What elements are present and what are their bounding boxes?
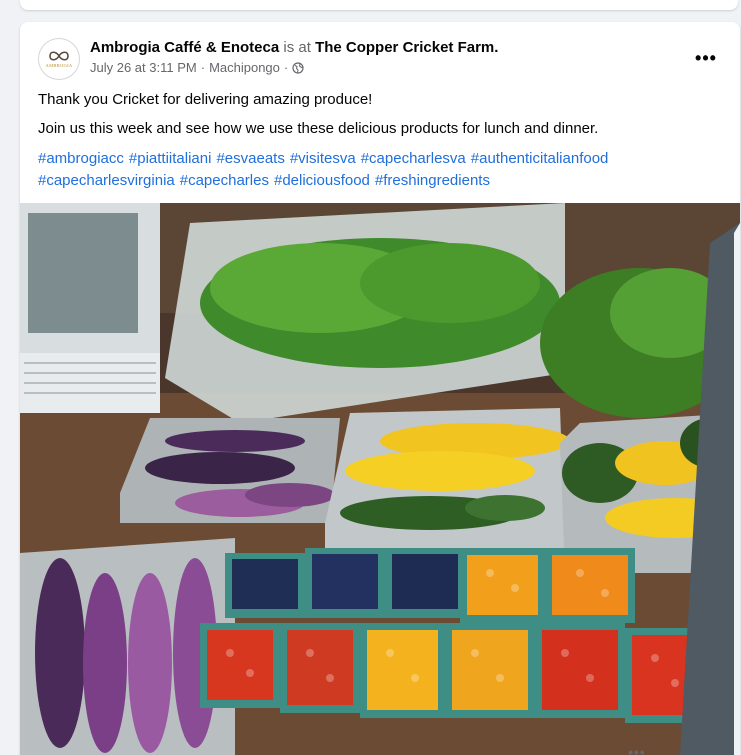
page-avatar[interactable]: AMBROGIA <box>38 38 80 80</box>
avatar-brand-text: AMBROGIA <box>45 63 73 68</box>
hashtag-link[interactable]: #freshingredients <box>375 172 490 189</box>
hashtag-link[interactable]: #capecharles <box>180 172 269 189</box>
message-line-2: Join us this week and see how we use the… <box>38 120 599 137</box>
hashtag-link[interactable]: #esvaeats <box>216 150 284 167</box>
hashtag-link[interactable]: #deliciousfood <box>274 172 370 189</box>
hashtag-link[interactable]: #piattiitaliani <box>129 150 212 167</box>
blueberry-baskets <box>225 548 465 618</box>
next-post-options-button[interactable]: ••• <box>628 744 646 755</box>
previous-post-card <box>20 0 738 10</box>
logo-swirl-icon <box>49 51 69 61</box>
post-timestamp[interactable]: July 26 at 3:11 PM <box>90 58 197 78</box>
location-link[interactable]: The Copper Cricket Farm. <box>315 39 498 56</box>
hashtag-link[interactable]: #capecharlesva <box>361 150 466 167</box>
separator-2: · <box>283 60 289 75</box>
globe-icon[interactable] <box>292 62 304 74</box>
post-card: AMBROGIA Ambrogia Caffé & Enoteca is at … <box>20 22 740 755</box>
post-header: AMBROGIA Ambrogia Caffé & Enoteca is at … <box>38 38 730 80</box>
hashtag-link[interactable]: #ambrogiacc <box>38 150 124 167</box>
is-at-text: is at <box>283 39 311 56</box>
hashtag-link[interactable]: #capecharlesvirginia <box>38 172 175 189</box>
post-message: Thank you Cricket for delivering amazing… <box>38 90 722 192</box>
post-options-button[interactable]: ••• <box>688 40 724 76</box>
produce-photo[interactable] <box>20 203 740 755</box>
separator: · <box>200 60 206 75</box>
hashtag-link[interactable]: #authenticitalianfood <box>471 150 609 167</box>
page-name-link[interactable]: Ambrogia Caffé & Enoteca <box>90 39 279 56</box>
message-line-1: Thank you Cricket for delivering amazing… <box>38 91 373 108</box>
hashtag-list: #ambrogiacc #piattiitaliani #esvaeats #visi… <box>38 148 722 192</box>
produce-photo-illustration <box>20 203 740 755</box>
place-link[interactable]: Machipongo <box>209 58 280 78</box>
hashtag-link[interactable]: #visitesva <box>290 150 356 167</box>
